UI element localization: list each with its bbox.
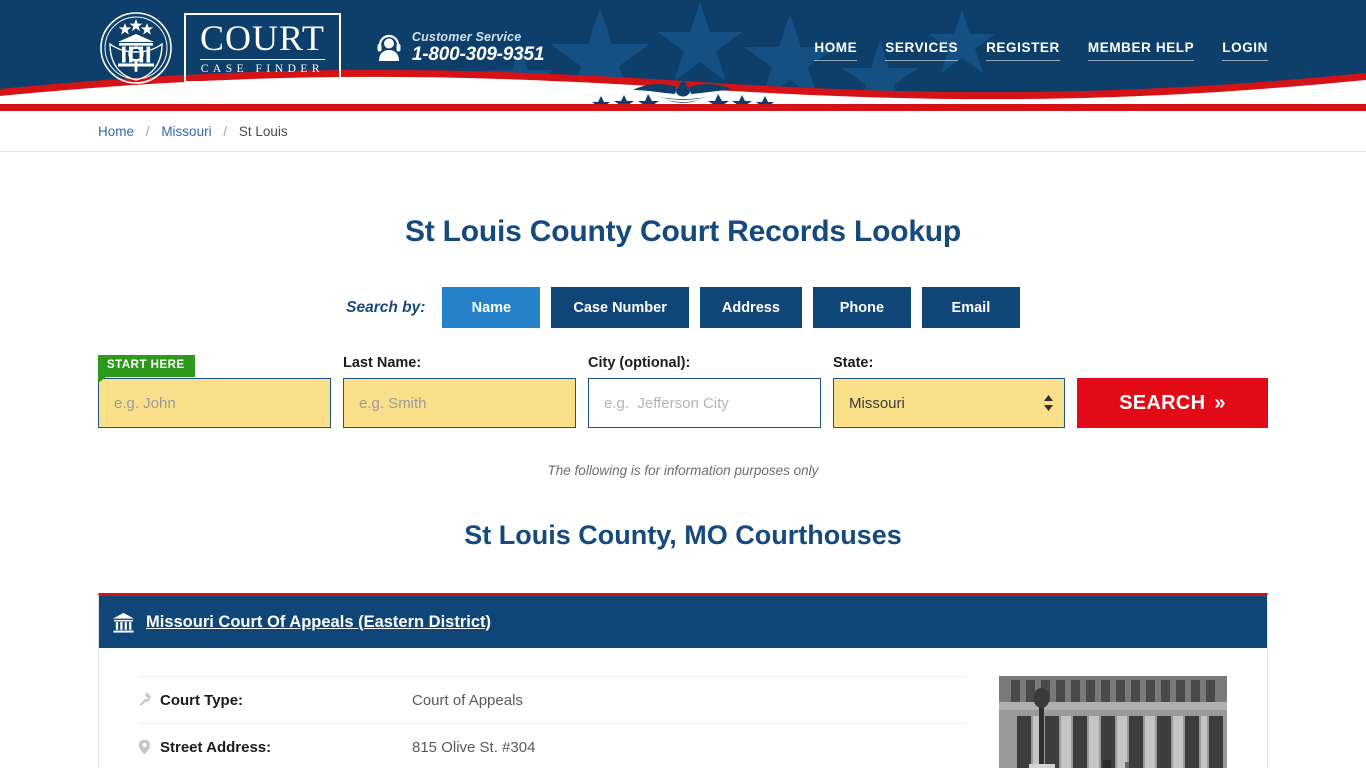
main-content: St Louis County Court Records Lookup Sea… — [0, 215, 1366, 768]
search-button-label: SEARCH — [1119, 391, 1206, 414]
search-by-label: Search by: — [346, 298, 426, 316]
field-last-name: Last Name: — [343, 355, 576, 428]
customer-service-block: Customer Service 1-800-309-9351 — [375, 30, 544, 65]
headset-support-icon — [377, 34, 401, 61]
detail-row-court-type: Court Type: Court of Appeals — [138, 676, 965, 723]
page-title: St Louis County Court Records Lookup — [404, 215, 962, 248]
search-by-tabs: Search by: Name Case Number Address Phon… — [98, 287, 1268, 328]
nav-item-register[interactable]: REGISTER — [986, 40, 1060, 61]
tab-phone[interactable]: Phone — [812, 287, 911, 328]
breadcrumb-bar: Home / Missouri / St Louis — [0, 111, 1366, 152]
nav-item-login[interactable]: LOGIN — [1222, 40, 1268, 61]
field-state: State: Missouri — [833, 355, 1065, 428]
nav-item-home[interactable]: HOME — [814, 40, 858, 61]
bank-building-icon — [112, 612, 135, 633]
courthouse-name-link[interactable]: Missouri Court Of Appeals (Eastern Distr… — [146, 613, 491, 632]
last-name-input[interactable] — [343, 378, 576, 428]
tab-name[interactable]: Name — [442, 287, 541, 328]
detail-value-street-address: 815 Olive St. #304 — [412, 738, 536, 756]
start-here-badge: START HERE — [98, 355, 195, 382]
tab-email[interactable]: Email — [921, 287, 1020, 328]
courthouse-card-header: Missouri Court Of Appeals (Eastern Distr… — [99, 596, 1267, 648]
double-chevron-right-icon: » — [1214, 392, 1226, 414]
courthouse-card-body: Court Type: Court of Appeals Street Addr… — [99, 648, 1267, 768]
field-city: City (optional): — [588, 355, 821, 428]
city-label: City (optional): — [588, 355, 691, 371]
search-form: START HERE First Name: Last Name: City (… — [98, 355, 1268, 428]
breadcrumb-item-home[interactable]: Home — [98, 124, 134, 139]
header-red-divider — [0, 104, 1366, 111]
nav-item-member-help[interactable]: MEMBER HELP — [1087, 40, 1195, 61]
detail-row-street-address: Street Address: 815 Olive St. #304 — [138, 723, 965, 768]
tab-address[interactable]: Address — [699, 287, 802, 328]
state-label: State: — [833, 355, 874, 371]
nav-item-services[interactable]: SERVICES — [885, 40, 959, 61]
court-seal-icon — [100, 12, 172, 84]
main-navigation: HOME SERVICES REGISTER MEMBER HELP LOGIN — [814, 40, 1268, 61]
customer-service-label: Customer Service — [411, 30, 522, 44]
city-input[interactable] — [588, 378, 821, 428]
logo-wordmark: COURT CASE FINDER — [184, 12, 341, 84]
courthouse-photo — [999, 676, 1227, 768]
courthouse-photo-wrap — [999, 676, 1227, 768]
breadcrumb: Home / Missouri / St Louis — [98, 124, 288, 139]
site-logo[interactable]: COURT CASE FINDER — [98, 10, 341, 86]
map-pin-icon — [138, 739, 160, 755]
state-select[interactable]: Missouri — [833, 378, 1065, 428]
site-header: COURT CASE FINDER Customer Service 1-800… — [0, 0, 1366, 104]
logo-line-1: COURT — [200, 17, 325, 58]
logo-line-2: CASE FINDER — [200, 62, 325, 75]
first-name-input[interactable] — [98, 378, 331, 428]
customer-service-phone[interactable]: 1-800-309-9351 — [412, 44, 545, 65]
breadcrumb-separator: / — [223, 123, 228, 139]
detail-label-court-type: Court Type: — [160, 691, 244, 709]
detail-label-street-address: Street Address: — [160, 738, 272, 756]
courthouse-card: Missouri Court Of Appeals (Eastern Distr… — [98, 593, 1268, 768]
last-name-label: Last Name: — [343, 355, 422, 371]
courthouse-details: Court Type: Court of Appeals Street Addr… — [138, 672, 965, 768]
breadcrumb-item-current: St Louis — [238, 123, 288, 139]
search-button[interactable]: SEARCH » — [1077, 378, 1268, 428]
breadcrumb-item-missouri[interactable]: Missouri — [161, 124, 211, 139]
breadcrumb-separator: / — [145, 123, 150, 139]
detail-value-court-type: Court of Appeals — [412, 691, 523, 709]
logo-divider — [200, 58, 325, 60]
section-title-courthouses: St Louis County, MO Courthouses — [464, 520, 902, 550]
tab-case-number[interactable]: Case Number — [551, 287, 689, 328]
gavel-icon — [138, 692, 160, 708]
disclaimer-text: The following is for information purpose… — [547, 463, 819, 478]
